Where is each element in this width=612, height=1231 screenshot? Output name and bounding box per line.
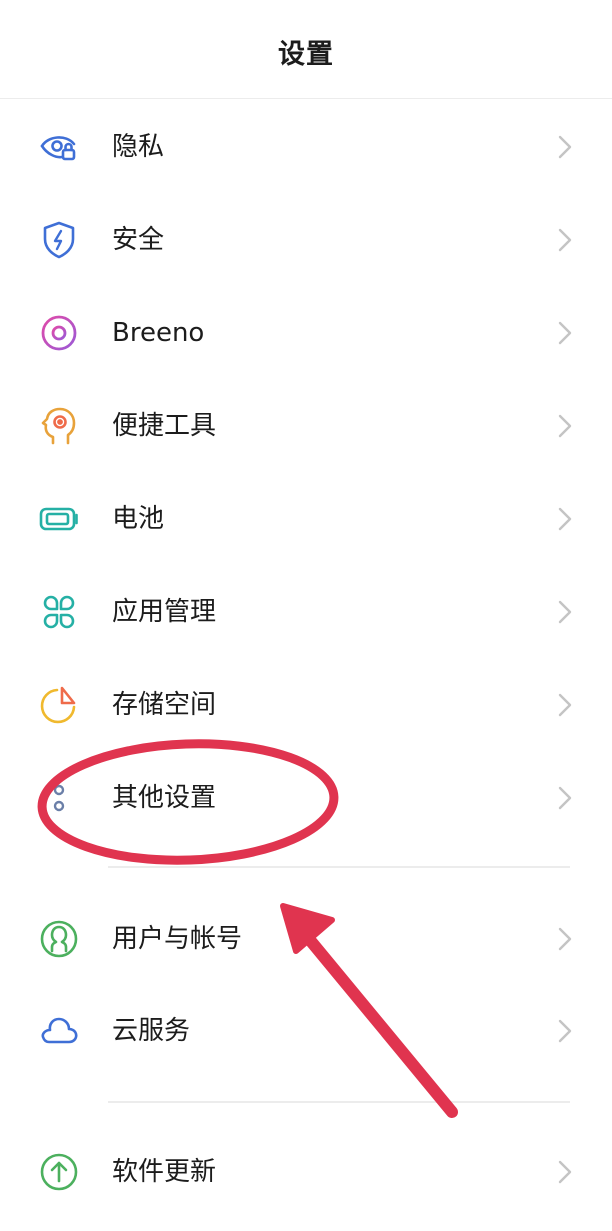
settings-item-label: 隐私 xyxy=(112,132,165,162)
header: 设置 xyxy=(0,0,612,99)
convenience-tools-head-icon xyxy=(38,405,80,447)
chevron-right-icon xyxy=(555,134,575,160)
settings-item-privacy[interactable]: 隐私 xyxy=(0,102,612,192)
page-title: 设置 xyxy=(278,39,334,70)
breeno-circle-icon xyxy=(38,312,80,354)
cloud-icon xyxy=(38,1010,80,1052)
settings-item-storage[interactable]: 存储空间 xyxy=(0,660,612,750)
settings-item-label: 软件更新 xyxy=(112,1157,217,1187)
settings-item-user-account[interactable]: 用户与帐号 xyxy=(0,894,612,984)
software-update-arrow-icon xyxy=(38,1151,80,1193)
battery-icon xyxy=(38,498,80,540)
section-divider xyxy=(108,866,570,868)
settings-item-label: 应用管理 xyxy=(112,597,217,627)
chevron-right-icon xyxy=(555,320,575,346)
settings-item-label: 用户与帐号 xyxy=(112,924,243,954)
app-management-grid-icon xyxy=(38,591,80,633)
chevron-right-icon xyxy=(555,413,575,439)
settings-item-label: 云服务 xyxy=(112,1016,191,1046)
chevron-right-icon xyxy=(555,692,575,718)
settings-item-label: 便捷工具 xyxy=(112,411,217,441)
settings-item-label: Breeno xyxy=(112,318,205,348)
settings-item-breeno[interactable]: Breeno xyxy=(0,288,612,378)
chevron-right-icon xyxy=(555,926,575,952)
settings-item-label: 其他设置 xyxy=(112,783,217,813)
chevron-right-icon xyxy=(555,506,575,532)
more-settings-dots-icon xyxy=(38,777,80,819)
settings-item-cloud-service[interactable]: 云服务 xyxy=(0,986,612,1076)
chevron-right-icon xyxy=(555,1159,575,1185)
user-account-icon xyxy=(38,918,80,960)
section-divider xyxy=(108,1101,570,1103)
settings-item-battery[interactable]: 电池 xyxy=(0,474,612,564)
chevron-right-icon xyxy=(555,785,575,811)
storage-pie-icon xyxy=(38,684,80,726)
settings-item-security[interactable]: 安全 xyxy=(0,195,612,285)
settings-item-convenience-tools[interactable]: 便捷工具 xyxy=(0,381,612,471)
privacy-eye-lock-icon xyxy=(38,126,80,168)
chevron-right-icon xyxy=(555,1018,575,1044)
settings-item-other-settings[interactable]: 其他设置 xyxy=(0,753,612,843)
settings-item-label: 安全 xyxy=(112,225,165,255)
security-shield-icon xyxy=(38,219,80,261)
settings-item-app-management[interactable]: 应用管理 xyxy=(0,567,612,657)
settings-item-software-update[interactable]: 软件更新 xyxy=(0,1127,612,1217)
chevron-right-icon xyxy=(555,599,575,625)
settings-item-label: 电池 xyxy=(112,504,165,534)
settings-item-label: 存储空间 xyxy=(112,690,217,720)
chevron-right-icon xyxy=(555,227,575,253)
